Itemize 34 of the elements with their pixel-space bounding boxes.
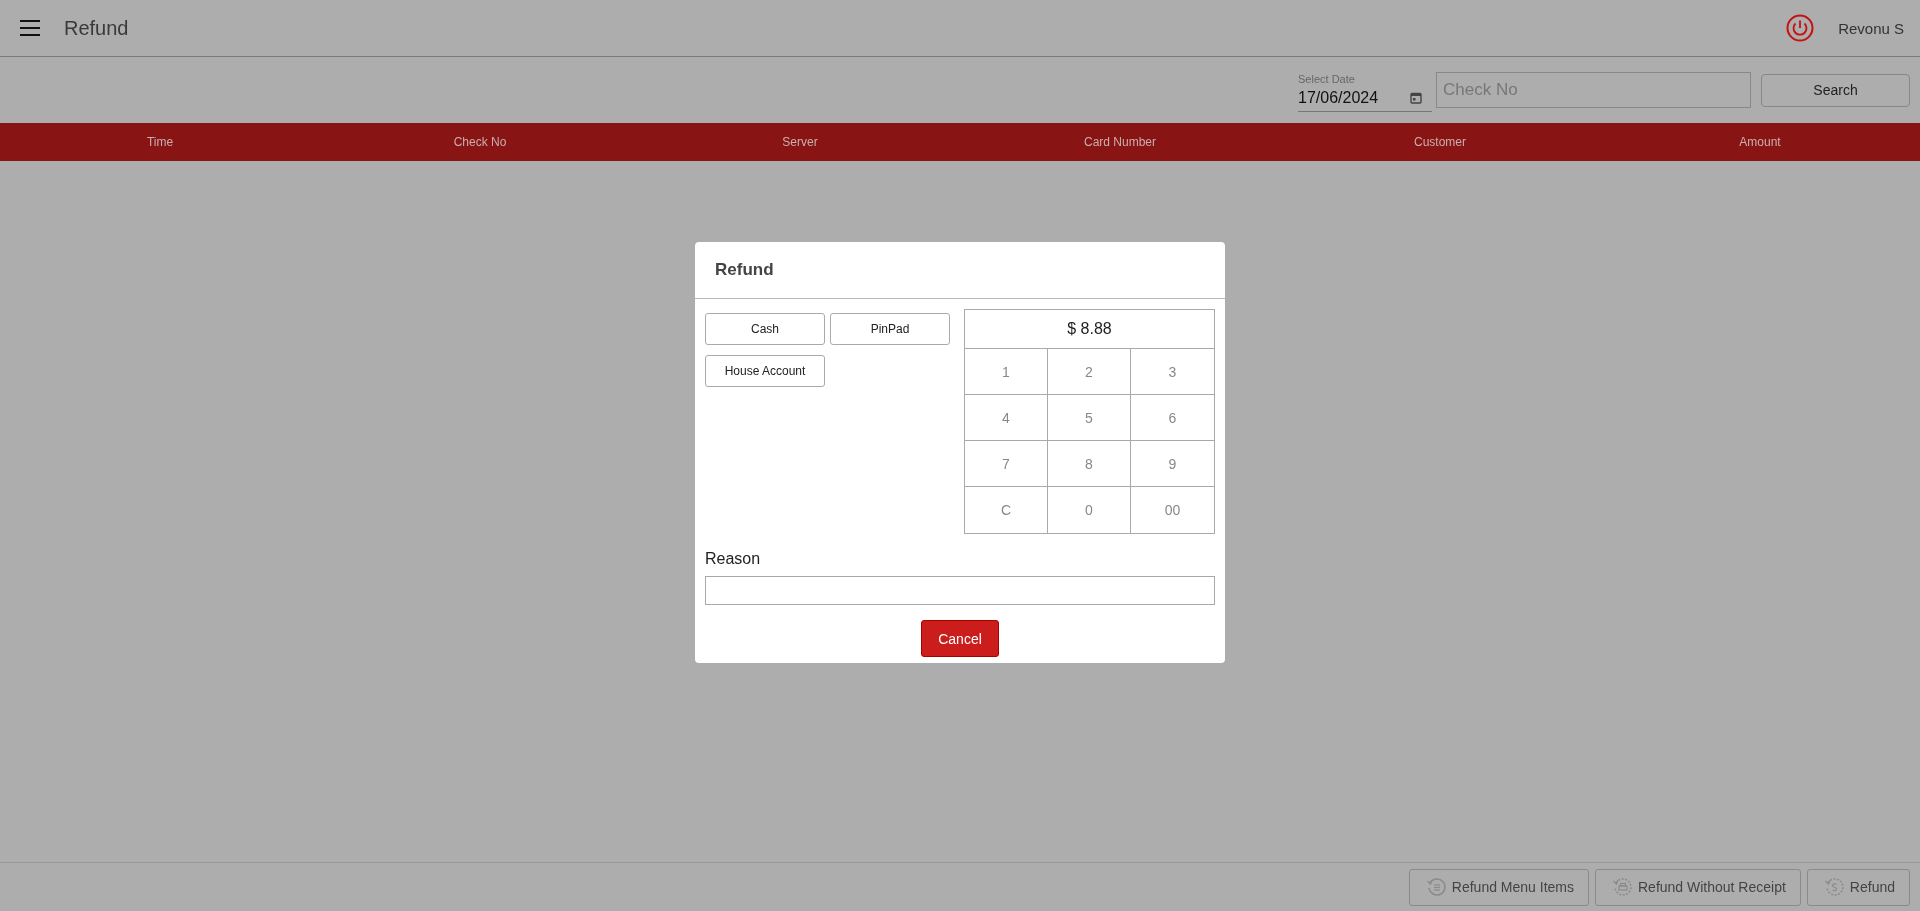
column-header: Amount [1738,135,1782,149]
search-button[interactable]: Search [1761,73,1910,107]
refund-action-button[interactable]: Refund [1806,868,1910,906]
calendar-icon[interactable] [1410,91,1422,104]
keypad-key[interactable]: 4 [965,395,1048,441]
menu-icon[interactable] [20,19,40,37]
power-icon[interactable] [1786,14,1815,42]
page-title: Refund [64,16,130,40]
keypad-key[interactable]: 5 [1048,395,1131,441]
keypad-key[interactable]: 2 [1048,349,1131,395]
date-label: Select Date [1298,72,1356,85]
refund-action-button[interactable]: Refund Menu Items [1408,868,1589,906]
keypad-key[interactable]: 7 [965,441,1048,487]
dialog-title: Refund [715,260,774,280]
payment-method-button[interactable]: PinPad [830,313,950,345]
column-header: Server [781,135,819,149]
refund-dollar-icon [1823,877,1844,897]
keypad-key[interactable]: 1 [965,349,1048,395]
reason-field[interactable] [705,576,1215,605]
cancel-button[interactable]: Cancel [921,620,999,657]
user-name: Revonu S [1838,19,1904,37]
refund-printer-icon [1612,877,1632,897]
refund-action-button[interactable]: Refund Without Receipt [1595,868,1801,906]
payment-method-button[interactable]: Cash [705,313,825,345]
column-header: Check No [452,135,508,149]
refund-list-icon [1425,877,1446,897]
column-header: Customer [1413,135,1467,149]
keypad-key[interactable]: 8 [1048,441,1131,487]
reason-label: Reason [705,550,762,568]
date-field[interactable]: Select Date 17/06/2024 [1298,72,1432,112]
column-header: Card Number [1083,135,1157,149]
payment-method-button[interactable]: House Account [705,355,825,387]
column-header: Time [145,135,175,149]
date-value: 17/06/2024 [1298,88,1379,107]
